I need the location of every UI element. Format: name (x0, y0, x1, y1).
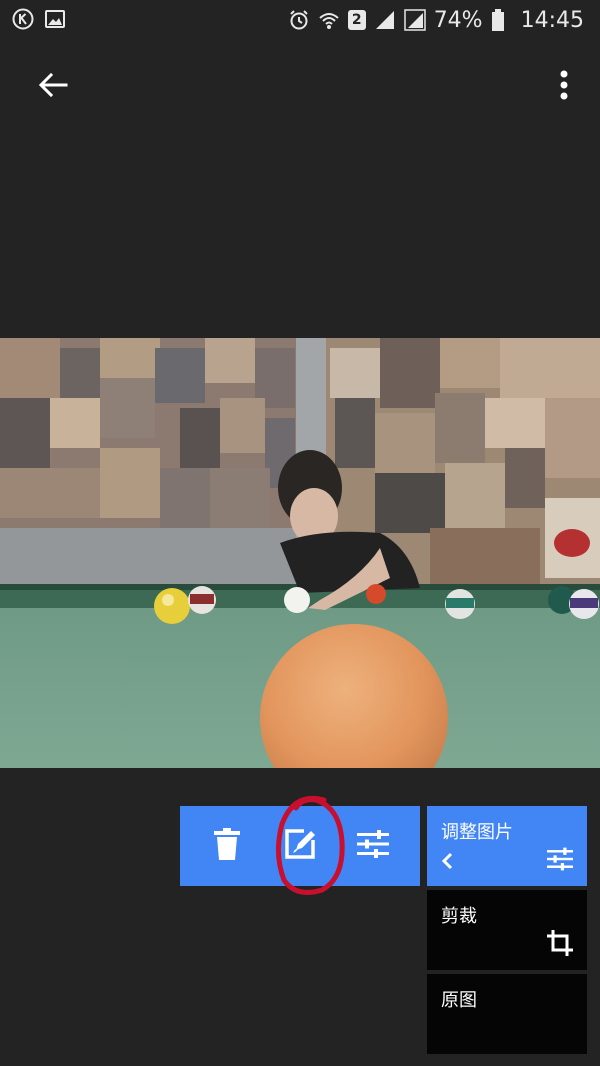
menu-item-label: 原图 (441, 990, 477, 1011)
alarm-icon (288, 9, 310, 31)
k-app-icon (12, 8, 34, 30)
clock: 14:45 (520, 7, 584, 33)
menu-item-adjust-image[interactable]: 调整图片 (427, 806, 587, 886)
back-button[interactable] (30, 64, 76, 110)
delete-button[interactable] (197, 816, 257, 876)
adjust-button[interactable] (343, 816, 403, 876)
tune-icon (547, 846, 573, 872)
crop-icon (547, 930, 573, 956)
menu-item-crop[interactable]: 剪裁 (427, 890, 587, 970)
menu-item-label: 剪裁 (441, 906, 477, 927)
photo-preview[interactable] (0, 338, 600, 768)
menu-item-label: 调整图片 (441, 822, 513, 843)
chevron-left-icon[interactable] (439, 850, 457, 872)
sim2-badge: 2 (347, 10, 366, 30)
battery-percent: 74% (433, 7, 483, 33)
trash-icon (213, 828, 240, 864)
arrow-back-icon (38, 72, 68, 102)
more-vert-icon (560, 70, 568, 104)
battery-icon (491, 9, 513, 31)
edit-button[interactable] (270, 816, 330, 876)
signal-icon (374, 9, 396, 31)
menu-item-original[interactable]: 原图 (427, 974, 587, 1054)
wifi-icon (318, 9, 340, 31)
signal-icon (403, 9, 426, 31)
gallery-notification-icon (44, 8, 66, 30)
edit-photo-icon (284, 828, 316, 864)
photo-action-bar (180, 806, 420, 886)
status-bar: 2 74% 14:45 (0, 0, 600, 40)
tune-icon (357, 830, 390, 862)
more-options-button[interactable] (546, 64, 582, 110)
